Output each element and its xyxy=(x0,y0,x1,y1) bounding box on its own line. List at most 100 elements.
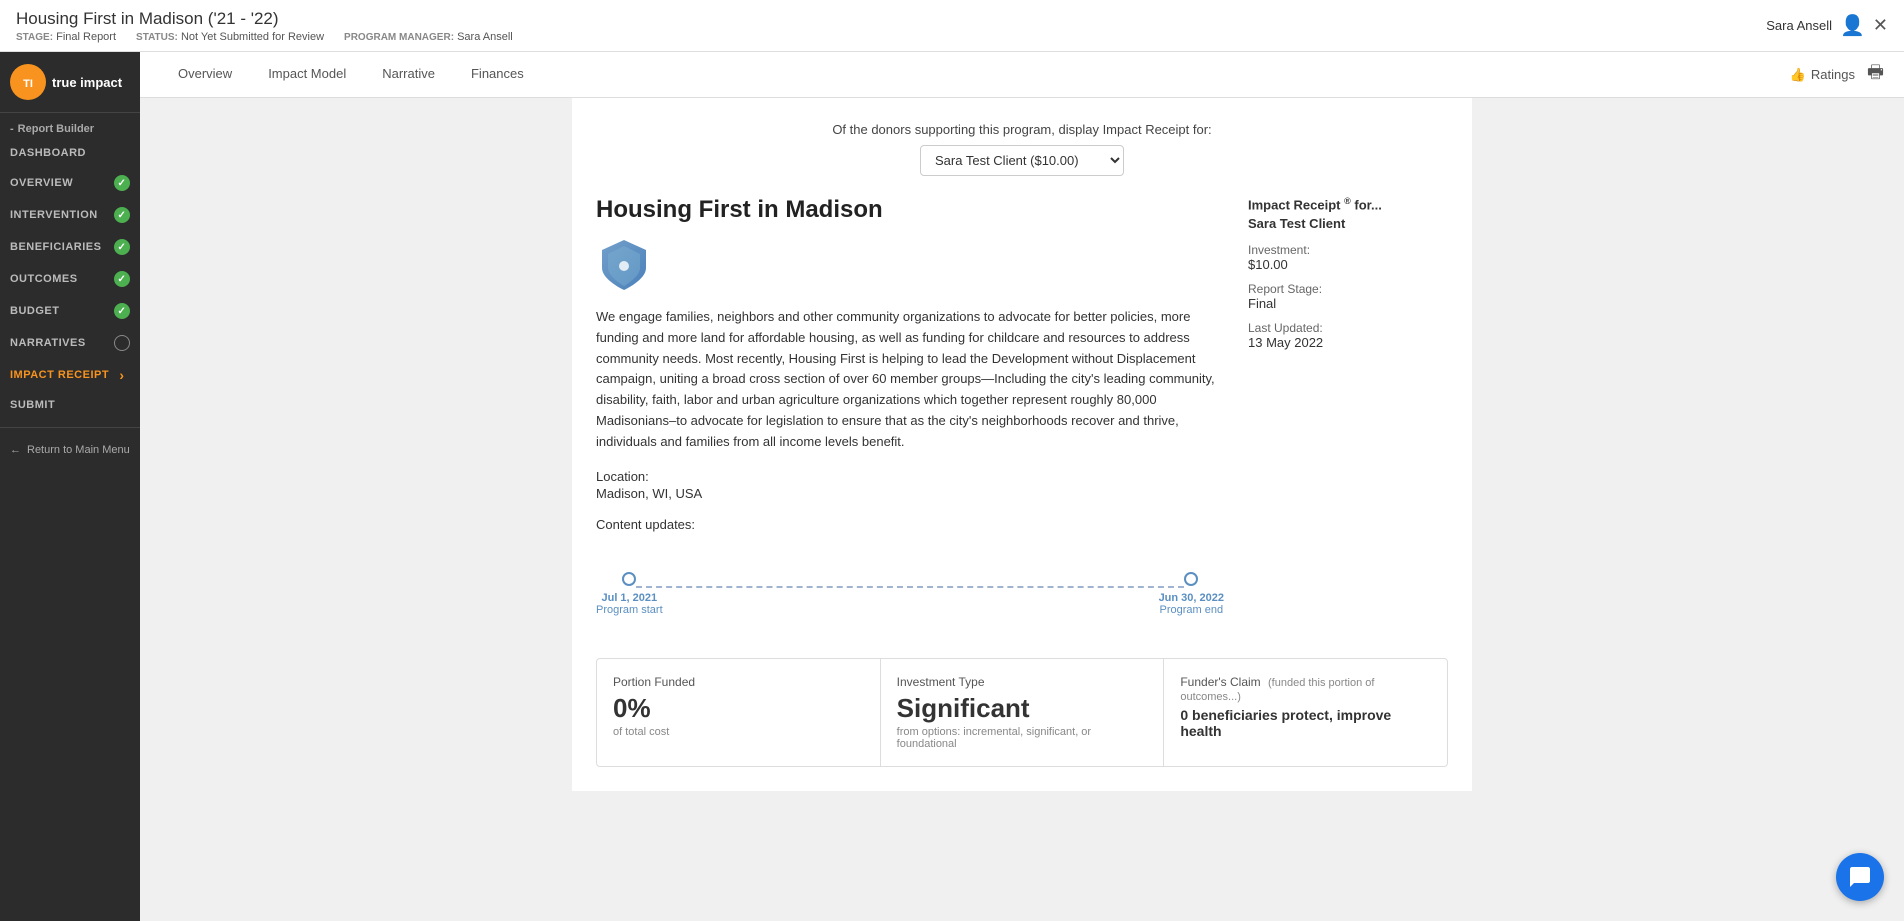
sidebar-item-beneficiaries[interactable]: Beneficiaries ✓ xyxy=(0,231,140,263)
timeline-end: Jun 30, 2022 Program end xyxy=(1159,572,1224,616)
logo-text: true impact xyxy=(52,75,122,90)
content-updates-label: Content updates: xyxy=(596,517,1224,532)
sidebar-divider xyxy=(0,427,140,428)
sidebar-item-label-narratives: Narratives xyxy=(10,337,86,349)
funders-claim-card: Funder's Claim (funded this portion of o… xyxy=(1164,659,1447,766)
program-name: Housing First in Madison xyxy=(596,196,1224,224)
sidebar-item-dashboard[interactable]: Dashboard xyxy=(0,139,140,167)
portion-funded-subtext: of total cost xyxy=(613,726,864,738)
donor-select-row: Of the donors supporting this program, d… xyxy=(596,122,1448,176)
svg-text:TI: TI xyxy=(23,78,33,90)
donor-select-text: Of the donors supporting this program, d… xyxy=(596,122,1448,137)
sidebar-item-label-overview: Overview xyxy=(10,177,73,189)
page-title: Housing First in Madison ('21 - '22) xyxy=(16,9,513,29)
top-bar-left: Housing First in Madison ('21 - '22) STA… xyxy=(16,9,513,43)
logo-icon: TI xyxy=(10,64,46,100)
close-button[interactable]: ✕ xyxy=(1873,15,1888,36)
user-name: Sara Ansell xyxy=(1766,18,1832,33)
sidebar-item-status-beneficiaries: ✓ xyxy=(114,239,130,255)
tabs: OverviewImpact ModelNarrativeFinances xyxy=(160,52,542,97)
stage-label: STAGE: xyxy=(16,32,53,43)
thumbs-up-icon: 👍 xyxy=(1790,67,1806,83)
stage-meta: STAGE: Final Report xyxy=(16,31,116,43)
timeline-start: Jul 1, 2021 Program start xyxy=(596,572,663,616)
timeline-end-dot xyxy=(1184,572,1198,586)
content-inner: Of the donors supporting this program, d… xyxy=(572,98,1472,791)
sidebar-item-outcomes[interactable]: Outcomes ✓ xyxy=(0,263,140,295)
receipt-panel-client: Sara Test Client xyxy=(1248,216,1448,231)
timeline-end-date: Jun 30, 2022 xyxy=(1159,592,1224,604)
location-label: Location: xyxy=(596,469,1224,484)
tab-impact-model[interactable]: Impact Model xyxy=(250,52,364,97)
program-manager-value: Sara Ansell xyxy=(457,31,513,43)
receipt-for-text: for... xyxy=(1354,197,1381,212)
last-updated-value: 13 May 2022 xyxy=(1248,335,1448,350)
bottom-cards: Portion Funded 0% of total cost Investme… xyxy=(596,658,1448,767)
stage-value: Final Report xyxy=(56,31,116,43)
sidebar-nav: DashboardOverview✓Intervention✓Beneficia… xyxy=(0,139,140,419)
user-icon[interactable]: 👤 xyxy=(1840,13,1865,38)
ratings-button[interactable]: 👍 Ratings xyxy=(1790,67,1855,83)
report-builder-label: Report Builder xyxy=(18,123,94,135)
return-label: Return to Main Menu xyxy=(27,444,130,456)
sidebar-item-label-impact-receipt: Impact Receipt xyxy=(10,369,109,381)
sidebar-item-label-outcomes: Outcomes xyxy=(10,273,78,285)
sidebar-item-intervention[interactable]: Intervention✓ xyxy=(0,199,140,231)
print-button[interactable]: 🖶 xyxy=(1867,60,1884,90)
sidebar-logo: TI true impact xyxy=(0,52,140,113)
tab-overview[interactable]: Overview xyxy=(160,52,250,97)
receipt-title-text: Impact Receipt xyxy=(1248,197,1340,212)
timeline-points: Jul 1, 2021 Program start Jun 30, 2022 P… xyxy=(596,572,1224,616)
donor-select[interactable]: Sara Test Client ($10.00) xyxy=(920,145,1124,176)
return-arrow-icon: ← xyxy=(10,444,21,456)
investment-type-card: Investment Type Significant from options… xyxy=(881,659,1165,766)
receipt-layout: Housing First in Madison xyxy=(596,196,1448,642)
tab-finances[interactable]: Finances xyxy=(453,52,542,97)
funders-claim-value: 0 beneficiaries protect, improve health xyxy=(1180,707,1431,739)
program-manager-meta: PROGRAM MANAGER: Sara Ansell xyxy=(344,31,513,43)
ratings-label: Ratings xyxy=(1811,67,1855,82)
funders-claim-label-main: Funder's Claim xyxy=(1180,675,1260,689)
timeline-start-label: Program start xyxy=(596,604,663,616)
investment-type-value: Significant xyxy=(897,693,1148,724)
investment-type-label: Investment Type xyxy=(897,675,1148,689)
investment-type-subtext: from options: incremental, significant, … xyxy=(897,726,1148,750)
receipt-left: Housing First in Madison xyxy=(596,196,1224,642)
top-bar-meta: STAGE: Final Report STATUS: Not Yet Subm… xyxy=(16,31,513,43)
sidebar-item-label-intervention: Intervention xyxy=(10,209,98,221)
chat-icon xyxy=(1848,865,1872,889)
return-to-main-menu[interactable]: ← Return to Main Menu xyxy=(0,436,140,464)
report-stage-label: Report Stage: xyxy=(1248,282,1448,296)
timeline: Jul 1, 2021 Program start Jun 30, 2022 P… xyxy=(596,552,1224,622)
program-logo xyxy=(596,236,652,292)
sidebar-item-status-outcomes: ✓ xyxy=(114,271,130,287)
sidebar-item-submit[interactable]: Submit xyxy=(0,391,140,419)
portion-funded-value: 0% xyxy=(613,693,864,724)
sidebar-item-label-dashboard: Dashboard xyxy=(10,147,86,159)
sidebar-section: - Report Builder xyxy=(0,113,140,139)
status-value: Not Yet Submitted for Review xyxy=(181,31,324,43)
receipt-panel-title: Impact Receipt ® for... xyxy=(1248,196,1448,212)
report-stage-value: Final xyxy=(1248,296,1448,311)
receipt-right-panel: Impact Receipt ® for... Sara Test Client… xyxy=(1248,196,1448,642)
chat-bubble[interactable] xyxy=(1836,853,1884,901)
timeline-start-date: Jul 1, 2021 xyxy=(601,592,657,604)
sidebar-item-impact-receipt[interactable]: Impact Receipt› xyxy=(0,359,140,391)
portion-funded-label: Portion Funded xyxy=(613,675,864,689)
sidebar-item-status-narratives xyxy=(114,335,130,351)
location-value: Madison, WI, USA xyxy=(596,486,1224,501)
sidebar-item-overview[interactable]: Overview ✓ xyxy=(0,167,140,199)
tab-narrative[interactable]: Narrative xyxy=(364,52,453,97)
tabs-right: 👍 Ratings 🖶 xyxy=(1790,60,1884,90)
sidebar-item-label-submit: Submit xyxy=(10,399,55,411)
status-meta: STATUS: Not Yet Submitted for Review xyxy=(136,31,324,43)
status-label: STATUS: xyxy=(136,32,178,43)
user-area: Sara Ansell 👤 ✕ xyxy=(1766,13,1888,38)
sidebar-item-budget[interactable]: Budget✓ xyxy=(0,295,140,327)
program-description: We engage families, neighbors and other … xyxy=(596,307,1224,453)
funders-claim-label: Funder's Claim (funded this portion of o… xyxy=(1180,675,1431,703)
sidebar-item-label-budget: Budget xyxy=(10,305,59,317)
sidebar-item-label-beneficiaries: Beneficiaries xyxy=(10,241,101,253)
sidebar-item-narratives[interactable]: Narratives xyxy=(0,327,140,359)
sidebar-item-status-overview: ✓ xyxy=(114,175,130,191)
